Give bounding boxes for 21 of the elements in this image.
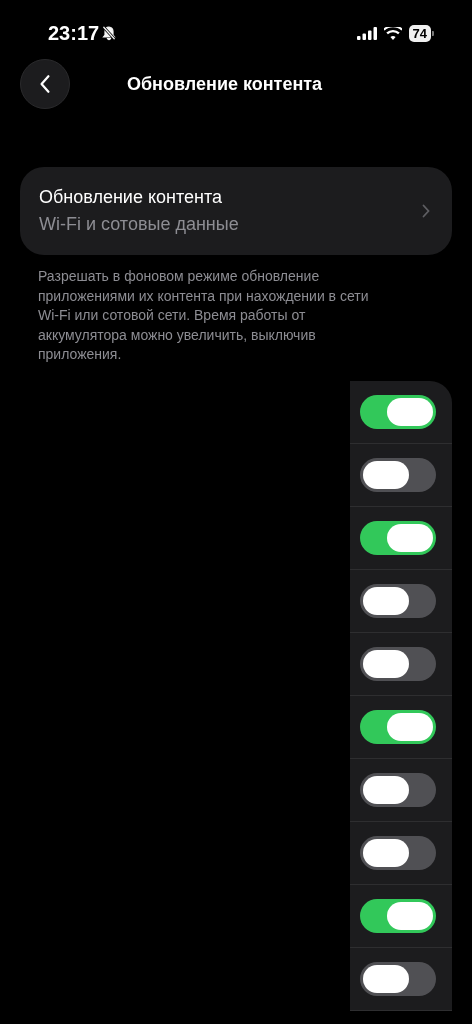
toggle-switch[interactable]	[360, 898, 436, 933]
wifi-icon	[383, 26, 402, 40]
toggle-switch[interactable]	[360, 646, 436, 681]
signal-icon	[356, 26, 377, 40]
chevron-icon	[422, 204, 430, 218]
back-button[interactable]	[20, 59, 70, 109]
footer-note: Разрешать в фоновом режиме обновление приложениями их контента при нахождении в сети Wi-Fi или сотовой сети. Время работы от аккумулятора можно увеличить, выключив приложения.	[38, 267, 370, 364]
page-title: Обновление контента	[127, 73, 323, 95]
back-icon	[39, 74, 51, 94]
toggle-switch[interactable]	[360, 835, 436, 870]
toggle-switch[interactable]	[360, 457, 436, 492]
toggle-switch[interactable]	[360, 772, 436, 807]
toggle-switch[interactable]	[360, 709, 436, 744]
toggle-switch[interactable]	[360, 394, 436, 429]
muted-bell-icon	[101, 25, 118, 41]
setting-row[interactable]: Обновление контента Wi-Fi и сотовые данные	[20, 167, 452, 255]
toggle-switch[interactable]	[360, 961, 436, 996]
toggle-switch[interactable]	[360, 520, 436, 555]
clock: 23:17	[48, 21, 100, 45]
toggle-switch[interactable]	[360, 583, 436, 618]
battery-icon: 74	[408, 24, 434, 42]
